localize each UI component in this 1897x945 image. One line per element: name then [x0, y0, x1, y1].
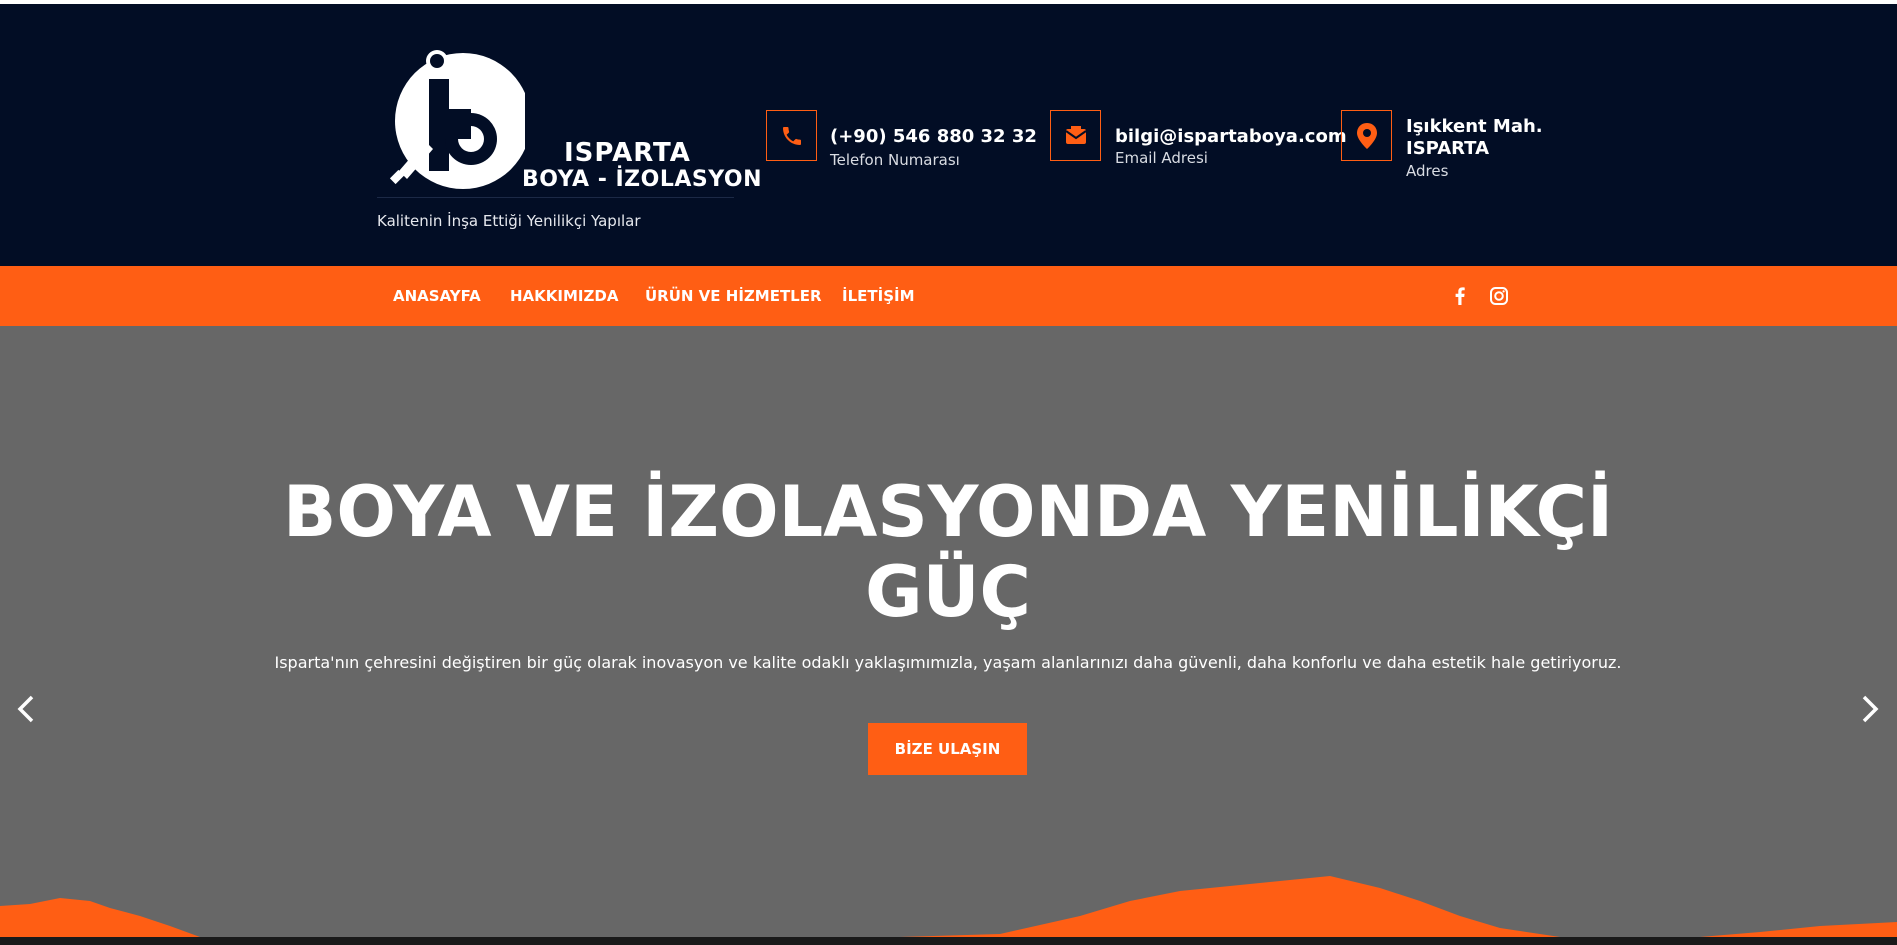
paint-splash-decoration	[0, 876, 1897, 937]
contact-us-button[interactable]: BİZE ULAŞIN	[868, 723, 1027, 775]
phone-icon-box[interactable]	[766, 110, 817, 161]
hero-description: Isparta'nın çehresini değiştiren bir güç…	[274, 653, 1622, 672]
hero-title-line-1: BOYA VE İZOLASYONDA YENİLİKÇİ	[283, 471, 1613, 553]
nav-item-urun-ve-hizmetler[interactable]: ÜRÜN VE HİZMETLER	[645, 287, 822, 305]
hero-title: BOYA VE İZOLASYONDA YENİLİKÇİ GÜÇ	[148, 472, 1748, 632]
brand-name: ISPARTA	[564, 138, 691, 168]
logo-mark-icon	[389, 50, 525, 189]
nav-item-iletisim[interactable]: İLETİŞİM	[842, 287, 915, 305]
phone-label: Telefon Numarası	[830, 151, 960, 169]
brand-tagline: Kalitenin İnşa Ettiği Yenilikçi Yapılar	[377, 212, 641, 230]
email-label: Email Adresi	[1115, 149, 1208, 167]
address-icon-box[interactable]	[1341, 110, 1392, 161]
nav-item-anasayfa[interactable]: ANASAYFA	[393, 287, 481, 305]
chevron-left-icon[interactable]	[12, 689, 40, 729]
top-header: ISPARTA BOYA - İZOLASYON Kalitenin İnşa …	[0, 4, 1897, 266]
nav-item-hakkimizda[interactable]: HAKKIMIZDA	[510, 287, 618, 305]
email-icon-box[interactable]	[1050, 110, 1101, 161]
brand-subtitle: BOYA - İZOLASYON	[522, 167, 762, 192]
hero-title-line-2: GÜÇ	[865, 551, 1031, 633]
chevron-right-icon[interactable]	[1856, 689, 1884, 729]
address-line-2: ISPARTA	[1406, 138, 1489, 159]
address-line-1: Işıkkent Mah.	[1406, 116, 1543, 137]
instagram-icon[interactable]	[1487, 284, 1511, 308]
logo-divider	[377, 197, 734, 198]
phone-icon	[782, 126, 801, 145]
hero-slider: BOYA VE İZOLASYONDA YENİLİKÇİ GÜÇ Ispart…	[0, 326, 1897, 937]
next-section-preview	[0, 937, 1897, 945]
email-address[interactable]: bilgi@ispartaboya.com	[1115, 126, 1347, 147]
phone-number[interactable]: (+90) 546 880 32 32	[830, 126, 1037, 147]
address-label: Adres	[1406, 162, 1449, 180]
mail-icon	[1064, 125, 1087, 144]
logo[interactable]: ISPARTA BOYA - İZOLASYON Kalitenin İnşa …	[377, 49, 761, 239]
facebook-icon[interactable]	[1448, 284, 1472, 308]
main-nav: ANASAYFA HAKKIMIZDA ÜRÜN VE HİZMETLER İL…	[0, 266, 1897, 326]
location-pin-icon	[1356, 122, 1377, 149]
